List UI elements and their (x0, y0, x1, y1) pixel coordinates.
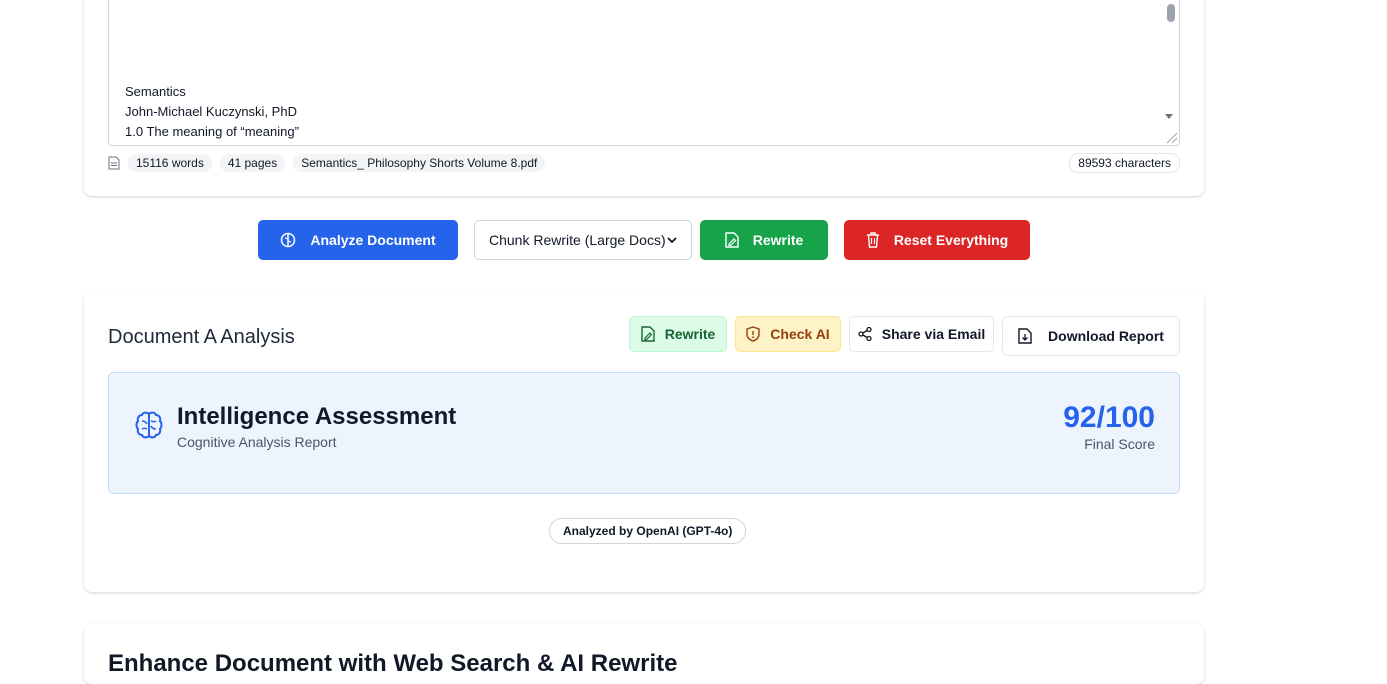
action-toolbar: Analyze Document Chunk Rewrite (Large Do… (0, 220, 1387, 260)
enhance-section-title: Enhance Document with Web Search & AI Re… (108, 650, 678, 677)
text-line: Semantics (125, 84, 186, 99)
check-ai-label: Check AI (770, 326, 830, 342)
resize-grip-icon[interactable] (1164, 130, 1178, 144)
intelligence-assessment-panel: Intelligence Assessment Cognitive Analys… (108, 372, 1180, 494)
word-count-badge: 15116 words (128, 154, 212, 172)
final-score-value: 92/100 (1063, 401, 1155, 434)
scroll-down-arrow-icon[interactable] (1165, 114, 1173, 119)
document-textarea[interactable]: Semantics John-Michael Kuczynski, PhD 1.… (108, 0, 1180, 146)
text-line: John-Michael Kuczynski, PhD (125, 104, 297, 119)
enhance-document-card: Enhance Document with Web Search & AI Re… (84, 624, 1204, 684)
analyze-document-button[interactable]: Analyze Document (258, 220, 458, 260)
filename-badge: Semantics_ Philosophy Shorts Volume 8.pd… (293, 154, 546, 172)
brain-icon (135, 411, 163, 439)
file-edit-icon (725, 232, 739, 248)
share-via-email-button[interactable]: Share via Email (849, 316, 994, 352)
download-report-button[interactable]: Download Report (1002, 316, 1180, 356)
shield-alert-icon (746, 326, 760, 342)
final-score-label: Final Score (1084, 436, 1155, 452)
reset-everything-label: Reset Everything (893, 232, 1009, 248)
scrollbar-thumb[interactable] (1167, 4, 1175, 22)
chevron-down-icon (667, 237, 677, 244)
document-meta-row: 15116 words 41 pages Semantics_ Philosop… (108, 153, 1180, 173)
page-count-badge: 41 pages (219, 154, 286, 172)
document-input-card: Semantics John-Michael Kuczynski, PhD 1.… (84, 0, 1204, 196)
download-report-label: Download Report (1048, 328, 1164, 344)
textarea-content: Semantics John-Michael Kuczynski, PhD 1.… (125, 82, 299, 142)
trash-icon (866, 232, 879, 248)
analysis-title: Document A Analysis (108, 326, 295, 348)
file-edit-icon (641, 326, 655, 342)
analysis-card: Document A Analysis Rewrite Check AI Sha… (84, 292, 1204, 592)
document-icon (108, 156, 120, 170)
analysis-rewrite-button[interactable]: Rewrite (629, 316, 727, 352)
character-count-badge: 89593 characters (1069, 153, 1180, 173)
rewrite-label: Rewrite (752, 232, 804, 248)
analysis-rewrite-label: Rewrite (664, 326, 716, 342)
share-icon (858, 327, 872, 341)
brain-icon (281, 232, 296, 248)
assessment-subtitle: Cognitive Analysis Report (177, 434, 337, 450)
check-ai-button[interactable]: Check AI (735, 316, 841, 352)
reset-everything-button[interactable]: Reset Everything (844, 220, 1030, 260)
rewrite-button[interactable]: Rewrite (700, 220, 828, 260)
analyzed-by-badge: Analyzed by OpenAI (GPT-4o) (549, 518, 747, 544)
analyze-document-label: Analyze Document (310, 232, 436, 248)
share-via-email-label: Share via Email (881, 326, 986, 342)
assessment-title: Intelligence Assessment (177, 403, 457, 430)
text-line: 1.0 The meaning of “meaning” (125, 124, 299, 139)
rewrite-mode-select[interactable]: Chunk Rewrite (Large Docs) (474, 220, 692, 260)
rewrite-mode-value: Chunk Rewrite (Large Docs) (489, 232, 666, 248)
file-download-icon (1018, 328, 1032, 344)
